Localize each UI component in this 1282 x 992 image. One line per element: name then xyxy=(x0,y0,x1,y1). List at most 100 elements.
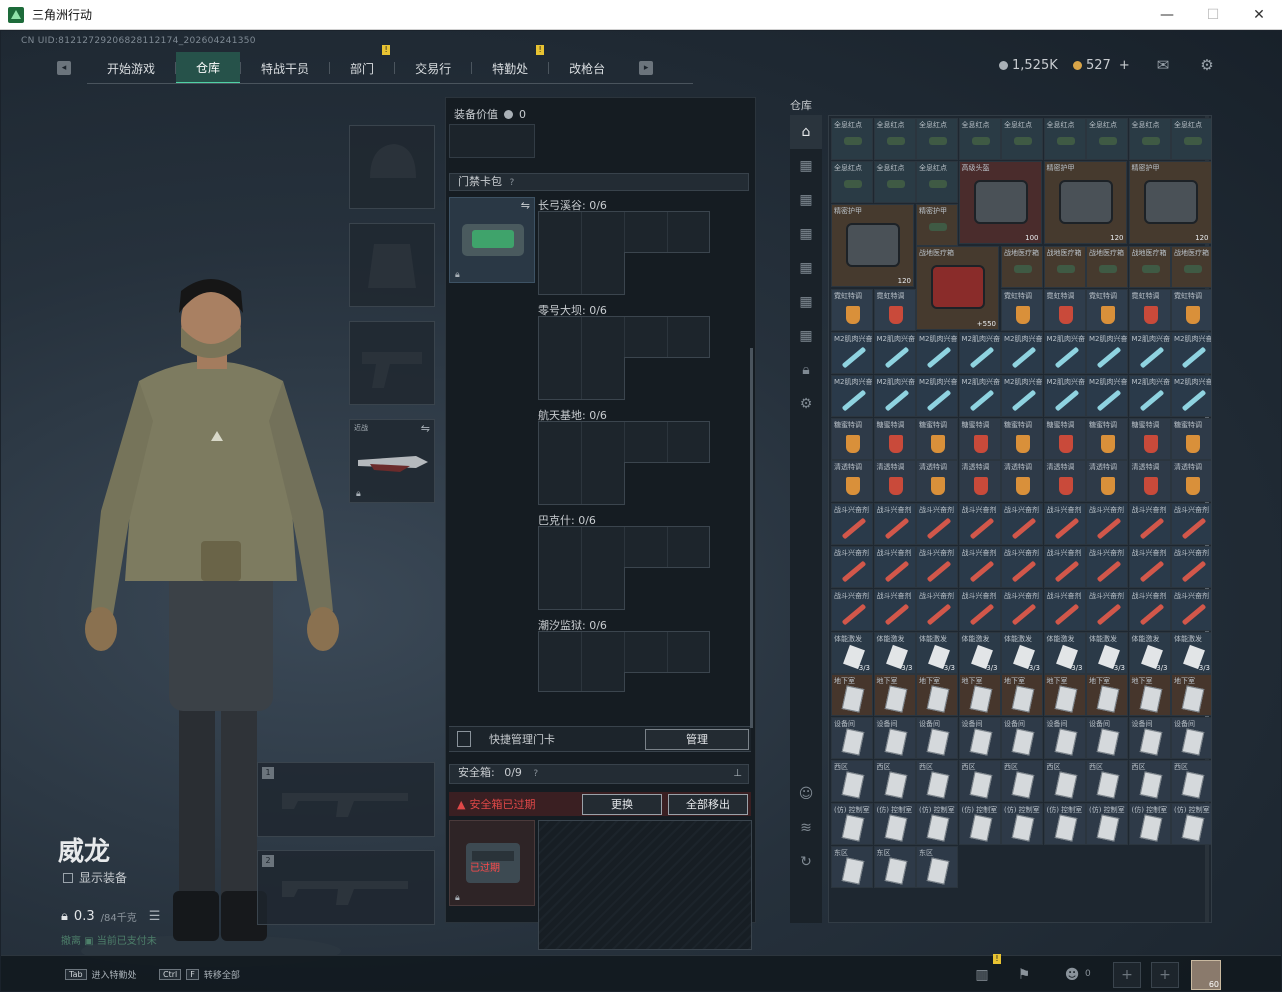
safe-box-grid[interactable] xyxy=(538,820,752,950)
stash-item[interactable]: 全息红点 xyxy=(831,118,873,160)
stash-item[interactable]: 西区 xyxy=(1128,760,1171,802)
stash-item[interactable]: 霓虹特调 xyxy=(831,289,873,332)
stash-item[interactable]: M2肌肉兴奋剂 xyxy=(916,374,958,417)
stash-grid[interactable]: 高级头盔 100 精密护甲 120 精密护甲 120 精密护甲 120 战地医疗箱 +550 全息红… xyxy=(828,115,1212,923)
stash-item[interactable]: 糖蜜特调 xyxy=(916,417,958,460)
stash-item[interactable]: M2肌肉兴奋剂 xyxy=(1086,332,1128,374)
stash-item[interactable]: 设备间 xyxy=(1171,717,1211,760)
tab-2[interactable]: 特战干员 xyxy=(241,52,329,84)
stash-item[interactable]: 全息红点 xyxy=(958,118,1001,160)
stash-item[interactable]: 体能激发 3/3 xyxy=(958,631,1001,674)
stash-item[interactable]: 东区 xyxy=(831,845,873,888)
stash-item[interactable]: 清透特调 xyxy=(1043,460,1086,503)
stash-item[interactable]: 清透特调 xyxy=(1001,460,1043,503)
stash-item[interactable]: 战斗兴奋剂 xyxy=(1043,588,1086,631)
stash-item[interactable]: (仿) 控制室 xyxy=(1001,802,1043,845)
armor-item[interactable]: 精密护甲 120 xyxy=(1128,160,1211,245)
stash-item[interactable]: 全息红点 xyxy=(1043,118,1086,160)
profile-icon[interactable]: ☺ xyxy=(790,777,822,811)
stash-item[interactable]: 地下室 xyxy=(1086,674,1128,717)
stash-item[interactable]: 战斗兴奋剂 xyxy=(916,503,958,546)
stash-item[interactable]: 战斗兴奋剂 xyxy=(916,546,958,588)
stash-item[interactable]: 战斗兴奋剂 xyxy=(1001,503,1043,546)
stash-item[interactable]: 地下室 xyxy=(916,674,958,717)
stash-item[interactable]: (仿) 控制室 xyxy=(873,802,916,845)
flag-icon[interactable]: ⚑ xyxy=(1011,963,1037,987)
pin-icon[interactable]: ⊥ xyxy=(733,766,742,782)
stash-item[interactable]: 体能激发 3/3 xyxy=(1086,631,1128,674)
box-1-icon[interactable]: ▦ xyxy=(790,149,822,183)
stash-item[interactable]: 霓虹特调 xyxy=(873,289,916,332)
stash-item[interactable]: (仿) 控制室 xyxy=(916,802,958,845)
stash-item[interactable]: 地下室 xyxy=(958,674,1001,717)
stash-item[interactable]: 战斗兴奋剂 xyxy=(1043,503,1086,546)
armor-item[interactable]: 精密护甲 120 xyxy=(831,203,914,288)
stash-item[interactable]: 体能激发 3/3 xyxy=(1128,631,1171,674)
stash-item[interactable]: 设备间 xyxy=(1128,717,1171,760)
stash-item[interactable]: 糖蜜特调 xyxy=(1086,417,1128,460)
stash-item[interactable]: 霓虹特调 xyxy=(1086,289,1128,332)
stash-item[interactable]: 体能激发 3/3 xyxy=(1001,631,1043,674)
medkit-item[interactable]: 战地医疗箱 +550 xyxy=(916,246,999,330)
grid-row-bottom[interactable] xyxy=(538,672,625,692)
stash-item[interactable]: 西区 xyxy=(958,760,1001,802)
stash-item[interactable]: 战斗兴奋剂 xyxy=(958,588,1001,631)
stash-item[interactable]: M2肌肉兴奋剂 xyxy=(831,374,873,417)
stash-item[interactable]: 战斗兴奋剂 xyxy=(1086,503,1128,546)
stash-item[interactable]: M2肌肉兴奋剂 xyxy=(1171,374,1211,417)
stash-item[interactable]: 全息红点 xyxy=(916,160,958,203)
list-icon[interactable]: ☰ xyxy=(149,909,161,924)
stash-item[interactable]: M2肌肉兴奋剂 xyxy=(1128,332,1171,374)
stash-item[interactable]: 战斗兴奋剂 xyxy=(1128,503,1171,546)
grid-row-top[interactable] xyxy=(538,526,710,568)
stash-item[interactable]: 体能激发 3/3 xyxy=(916,631,958,674)
grid-row-top[interactable] xyxy=(538,421,710,463)
stash-item[interactable]: 战斗兴奋剂 xyxy=(831,503,873,546)
close-button[interactable]: ✕ xyxy=(1236,0,1282,30)
melee-slot[interactable]: 近战 ⇋ 🔒︎ xyxy=(349,419,435,503)
stash-item[interactable]: 霓虹特调 xyxy=(1001,289,1043,332)
secondary-weapon-slot[interactable]: 2 xyxy=(257,850,435,925)
stash-item[interactable]: 地下室 xyxy=(831,674,873,717)
tab-1[interactable]: 仓库 xyxy=(176,52,241,84)
stash-item[interactable]: 西区 xyxy=(873,760,916,802)
stash-item[interactable]: 体能激发 3/3 xyxy=(831,631,873,674)
stash-item[interactable]: 全息红点 xyxy=(1128,118,1171,160)
stash-item[interactable]: 西区 xyxy=(1086,760,1128,802)
box-2-icon[interactable]: ▦ xyxy=(790,183,822,217)
stash-item[interactable]: (仿) 控制室 xyxy=(958,802,1001,845)
stash-item[interactable]: 战斗兴奋剂 xyxy=(1171,503,1211,546)
stash-item[interactable]: M2肌肉兴奋剂 xyxy=(873,374,916,417)
manage-button[interactable]: 管理 xyxy=(645,729,749,750)
stash-item[interactable]: 战斗兴奋剂 xyxy=(958,546,1001,588)
map-keycard-grid[interactable] xyxy=(538,421,710,505)
stash-item[interactable]: 东区 xyxy=(873,845,916,888)
stash-item[interactable]: 战地医疗箱 xyxy=(1171,246,1211,289)
stash-item[interactable]: 西区 xyxy=(1171,760,1211,802)
stash-item[interactable]: (仿) 控制室 xyxy=(1043,802,1086,845)
stash-item[interactable]: 设备间 xyxy=(916,717,958,760)
stash-item[interactable]: (仿) 控制室 xyxy=(1086,802,1128,845)
stash-item[interactable]: M2肌肉兴奋剂 xyxy=(1171,332,1211,374)
stash-item[interactable]: 清透特调 xyxy=(1171,460,1211,503)
grid-row-bottom[interactable] xyxy=(538,357,625,400)
stash-item[interactable]: 清透特调 xyxy=(831,460,873,503)
box-4-icon[interactable]: ▦ xyxy=(790,251,822,285)
stash-item[interactable]: 霓虹特调 xyxy=(1171,289,1211,332)
grid-row-bottom[interactable] xyxy=(538,252,625,295)
hint-transfer-all[interactable]: Ctrl F 转移全部 xyxy=(159,968,240,981)
stash-item[interactable]: M2肌肉兴奋剂 xyxy=(958,332,1001,374)
stash-item[interactable]: 战斗兴奋剂 xyxy=(1128,546,1171,588)
grid-row-top[interactable] xyxy=(538,211,710,253)
stash-item[interactable]: 糖蜜特调 xyxy=(831,417,873,460)
panel-scrollbar[interactable] xyxy=(750,348,753,728)
stash-item[interactable]: 战斗兴奋剂 xyxy=(958,503,1001,546)
stash-item[interactable]: 体能激发 3/3 xyxy=(1043,631,1086,674)
gear-icon[interactable]: ⚙ xyxy=(790,387,822,421)
stash-item[interactable]: 东区 xyxy=(916,845,958,888)
stash-item[interactable]: 全息红点 xyxy=(873,160,916,203)
stash-item[interactable]: 西区 xyxy=(1001,760,1043,802)
stash-item[interactable]: 战斗兴奋剂 xyxy=(831,588,873,631)
lock-icon[interactable]: 🔒︎ xyxy=(790,353,822,387)
swap-icon[interactable]: ⇋ xyxy=(421,422,430,435)
